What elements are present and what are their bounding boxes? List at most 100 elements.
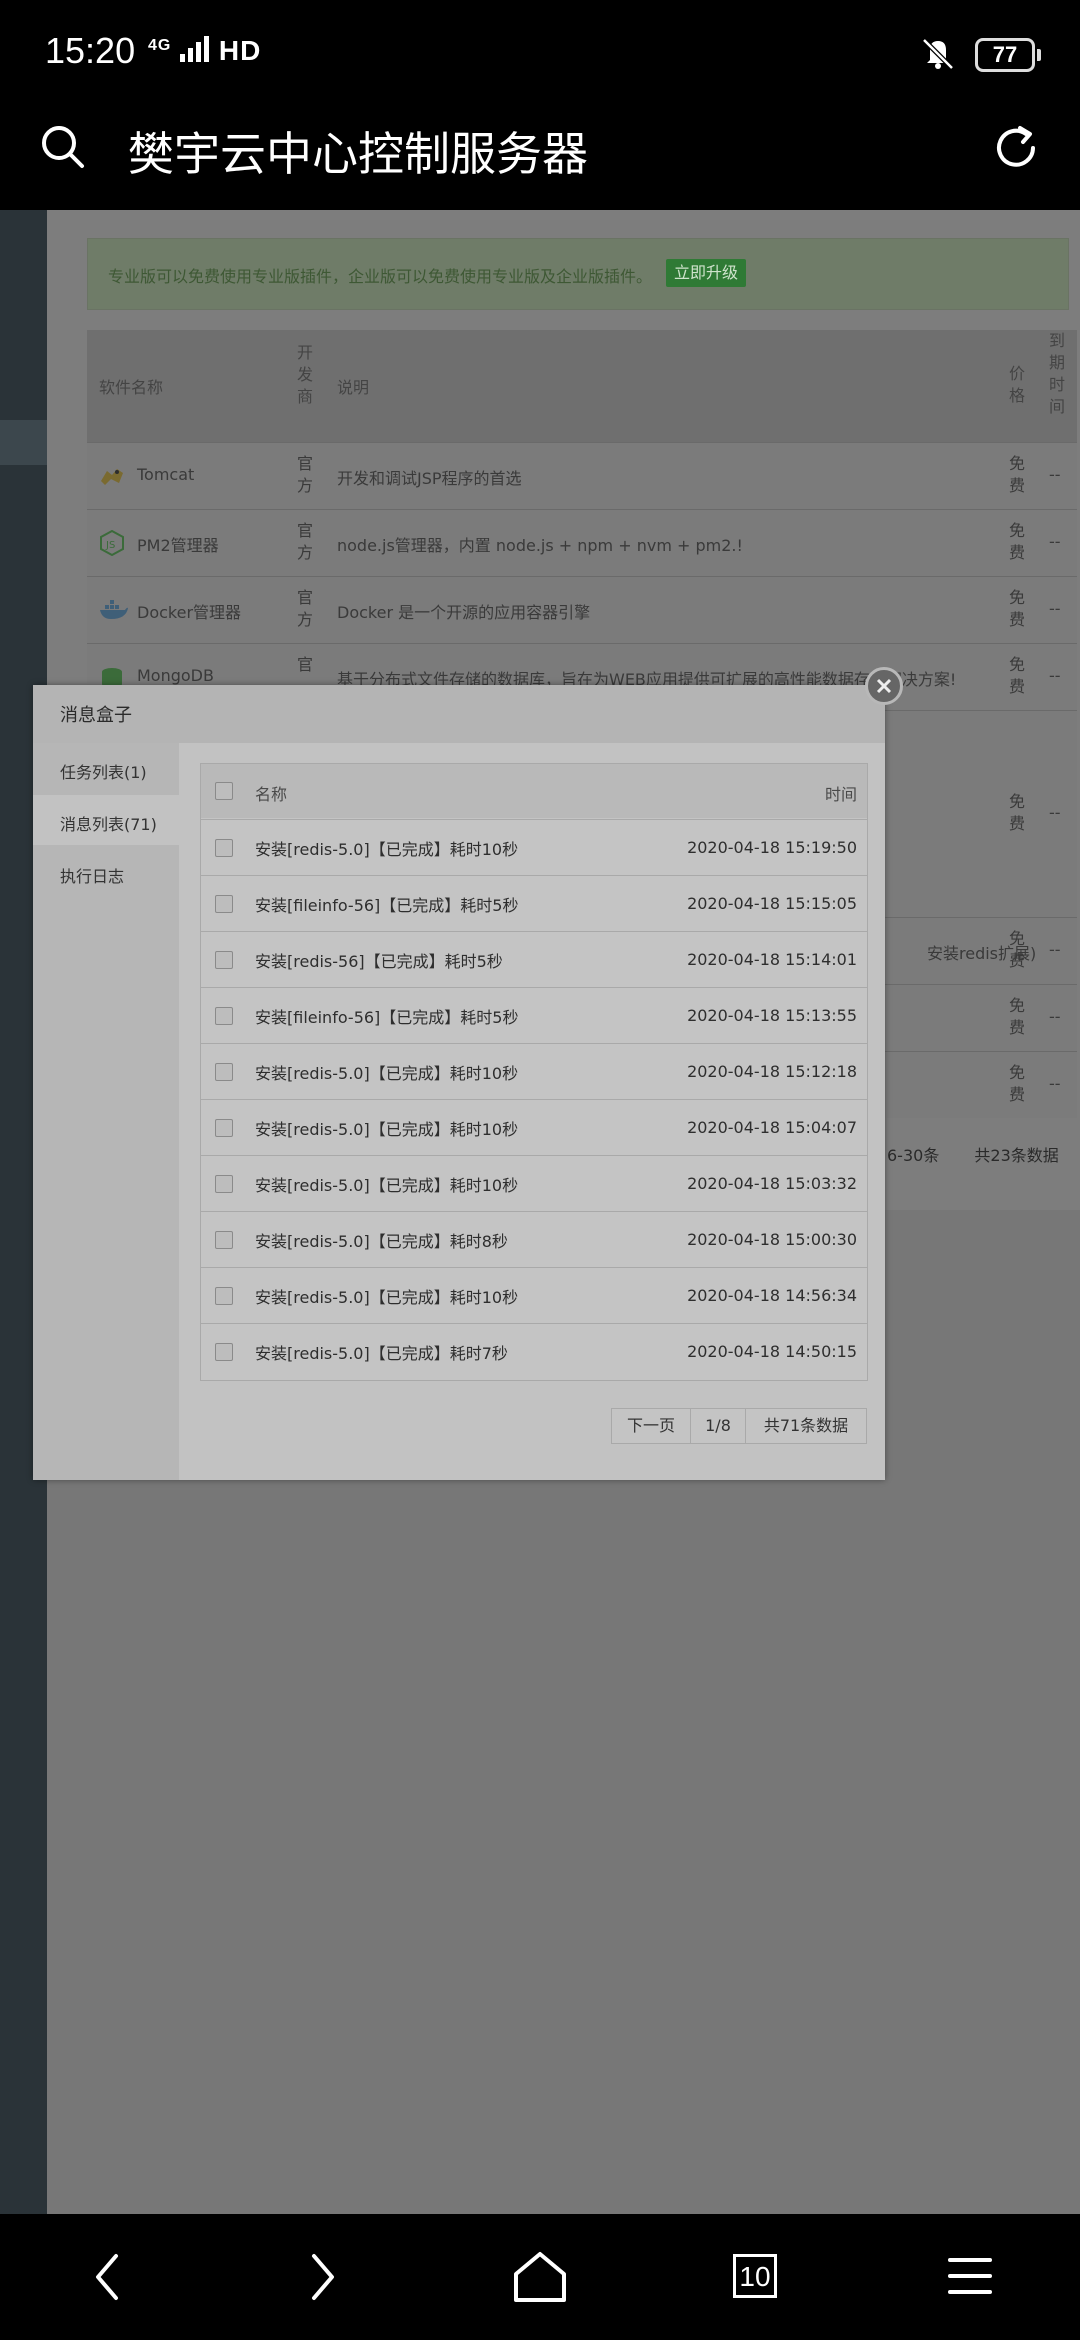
message-time: 2020-04-18 14:50:15 (687, 1342, 857, 1361)
next-page-button[interactable]: 下一页 (612, 1409, 691, 1443)
modal-sidebar: 任务列表(1) 消息列表(71) 执行日志 (33, 743, 179, 1480)
row-expire: -- (1049, 1074, 1061, 1093)
message-text: 安装[redis-5.0]【已完成】耗时10秒 (255, 1176, 519, 1195)
row-expire: -- (1049, 803, 1061, 822)
sidebar-item-label: 消息列表(71) (60, 815, 157, 834)
message-checkbox[interactable] (215, 951, 233, 969)
row-description: 开发和调试JSP程序的首选 (337, 469, 522, 488)
message-row[interactable]: 安装[fileinfo-56]【已完成】耗时5秒 2020-04-18 15:15… (201, 875, 867, 932)
message-checkbox[interactable] (215, 839, 233, 857)
message-checkbox[interactable] (215, 1287, 233, 1305)
tomcat-icon (99, 463, 125, 489)
message-text: 安装[redis-56]【已完成】耗时5秒 (255, 952, 503, 971)
header-time: 时间 (824, 785, 857, 804)
message-checkbox[interactable] (215, 1007, 233, 1025)
message-checkbox[interactable] (215, 1343, 233, 1361)
message-row[interactable]: 安装[redis-5.0]【已完成】耗时10秒 2020-04-18 14:56:… (201, 1267, 867, 1324)
message-row[interactable]: 安装[redis-5.0]【已完成】耗时10秒 2020-04-18 15:04:… (201, 1099, 867, 1156)
close-icon[interactable] (865, 667, 903, 705)
row-expire: -- (1049, 1007, 1061, 1026)
message-row[interactable]: 安装[redis-5.0]【已完成】耗时7秒 2020-04-18 14:50:1… (201, 1323, 867, 1380)
row-expire: -- (1049, 666, 1061, 685)
pagination-total: 共23条数据 (974, 1146, 1059, 1165)
message-time: 2020-04-18 15:13:55 (687, 1006, 857, 1025)
message-checkbox[interactable] (215, 1175, 233, 1193)
row-price: 免费 (1009, 655, 1026, 696)
modal-header: 消息盒子 (33, 685, 885, 743)
reload-icon[interactable] (990, 122, 1042, 174)
message-time: 2020-04-18 15:00:30 (687, 1230, 857, 1249)
hd-label: HD (218, 35, 262, 66)
header-name: 名称 (255, 785, 288, 804)
forward-icon[interactable] (302, 2252, 342, 2302)
select-all-checkbox[interactable] (215, 782, 233, 800)
message-row[interactable]: 安装[redis-56]【已完成】耗时5秒 2020-04-18 15:14:01 (201, 931, 867, 988)
message-row[interactable]: 安装[fileinfo-56]【已完成】耗时5秒 2020-04-18 15:13… (201, 987, 867, 1044)
signal-icon (180, 36, 210, 62)
upgrade-button[interactable]: 立即升级 (666, 259, 746, 287)
status-bar: 15:20 4G HD 77 (0, 0, 1080, 100)
message-time: 2020-04-18 15:03:32 (687, 1174, 857, 1193)
message-checkbox[interactable] (215, 1063, 233, 1081)
search-icon[interactable] (38, 122, 88, 172)
svg-text:JS: JS (105, 540, 115, 551)
message-row[interactable]: 安装[redis-5.0]【已完成】耗时10秒 2020-04-18 15:19:… (201, 819, 867, 876)
row-price: 免费 (1009, 588, 1026, 629)
row-name[interactable]: Tomcat (137, 465, 194, 484)
message-checkbox[interactable] (215, 1231, 233, 1249)
row-expire: -- (1049, 532, 1061, 551)
message-time: 2020-04-18 15:14:01 (687, 950, 857, 969)
row-developer: 官方 (297, 588, 314, 629)
row-description: Docker 是一个开源的应用容器引擎 (337, 603, 591, 622)
table-pagination: 6-30条 共23条数据 (887, 1142, 1059, 1166)
browser-title-bar: 樊宇云中心控制服务器 (0, 100, 1080, 210)
message-time: 2020-04-18 14:56:34 (687, 1286, 857, 1305)
message-row[interactable]: 安装[redis-5.0]【已完成】耗时10秒 2020-04-18 15:03:… (201, 1155, 867, 1212)
table-header: 软件名称 开发商 说明 价格 到期时间 (87, 330, 1077, 442)
battery-indicator: 77 (975, 38, 1041, 72)
modal-pagination: 下一页 1/8 共71条数据 (611, 1408, 867, 1444)
row-price: 免费 (1009, 1063, 1026, 1104)
status-time: 15:20 (45, 30, 136, 71)
message-time: 2020-04-18 15:19:50 (687, 838, 857, 857)
row-expire: -- (1049, 940, 1061, 959)
page-title: 樊宇云中心控制服务器 (128, 127, 588, 181)
sidebar-item-messages[interactable]: 消息列表(71) (33, 795, 179, 845)
sidebar-item-tasks[interactable]: 任务列表(1) (33, 743, 179, 793)
row-name[interactable]: Docker管理器 (137, 599, 241, 623)
message-time: 2020-04-18 15:04:07 (687, 1118, 857, 1137)
row-price: 免费 (1009, 454, 1026, 495)
message-time: 2020-04-18 15:12:18 (687, 1062, 857, 1081)
row-developer: 官方 (297, 521, 314, 562)
row-price: 免费 (1009, 521, 1026, 562)
table-row[interactable]: JS PM2管理器 官方 node.js管理器，内置 node.js + npm… (87, 509, 1077, 576)
sidebar-item-logs[interactable]: 执行日志 (33, 847, 179, 897)
table-row[interactable]: Docker管理器 官方 Docker 是一个开源的应用容器引擎 免费 -- (87, 576, 1077, 643)
sidebar-item-label: 任务列表(1) (60, 763, 147, 782)
message-checkbox[interactable] (215, 895, 233, 913)
message-text: 安装[redis-5.0]【已完成】耗时8秒 (255, 1232, 508, 1251)
pagination-range[interactable]: 6-30条 (887, 1146, 939, 1165)
message-row[interactable]: 安装[redis-5.0]【已完成】耗时8秒 2020-04-18 15:00:3… (201, 1211, 867, 1268)
tabs-count: 10 (739, 2261, 771, 2292)
tabs-count-button[interactable]: 10 (733, 2254, 777, 2298)
message-text: 安装[redis-5.0]【已完成】耗时10秒 (255, 1120, 519, 1139)
home-icon[interactable] (512, 2250, 568, 2304)
back-icon[interactable] (88, 2252, 128, 2302)
row-name[interactable]: MongoDB (137, 666, 214, 685)
message-text: 安装[fileinfo-56]【已完成】耗时5秒 (255, 896, 519, 915)
message-checkbox[interactable] (215, 1119, 233, 1137)
message-list: 名称 时间 安装[redis-5.0]【已完成】耗时10秒 2020-04-18 … (200, 763, 868, 1381)
modal-title: 消息盒子 (60, 705, 132, 726)
docker-icon (99, 597, 128, 623)
message-text: 安装[redis-5.0]【已完成】耗时7秒 (255, 1344, 508, 1363)
menu-icon[interactable] (946, 2254, 994, 2298)
message-row[interactable]: 安装[redis-5.0]【已完成】耗时10秒 2020-04-18 15:12:… (201, 1043, 867, 1100)
page-indicator: 1/8 (691, 1409, 746, 1443)
header-name: 软件名称 (99, 378, 164, 397)
table-row[interactable]: Tomcat 官方 开发和调试JSP程序的首选 免费 -- (87, 442, 1077, 509)
header-description: 说明 (337, 378, 370, 397)
total-count: 共71条数据 (763, 1416, 849, 1435)
pm2-icon: JS (99, 529, 125, 557)
row-name[interactable]: PM2管理器 (137, 532, 219, 556)
